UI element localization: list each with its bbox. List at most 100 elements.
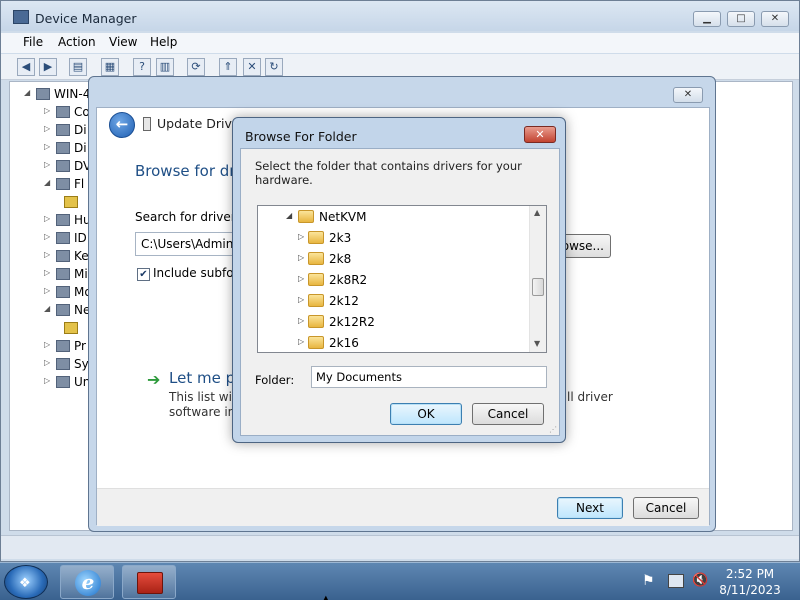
properties-icon[interactable]: ▦ — [101, 58, 119, 76]
expand-icon[interactable]: ▷ — [298, 274, 304, 283]
expand-icon[interactable]: ▷ — [44, 124, 54, 133]
minimize-button[interactable]: ▁ — [693, 11, 721, 27]
device-icon — [56, 160, 70, 172]
expand-icon[interactable]: ▷ — [298, 253, 304, 262]
collapse-icon[interactable]: ◢ — [44, 178, 54, 187]
device-manager-titlebar: Device Manager ▁ □ ✕ — [1, 1, 799, 31]
view-icon[interactable]: ▥ — [156, 58, 174, 76]
expand-icon[interactable]: ▷ — [44, 160, 54, 169]
update-driver-close-button[interactable]: ✕ — [673, 87, 703, 103]
browse-prompt: Select the folder that contains drivers … — [255, 159, 522, 187]
scan-hardware-icon[interactable]: ⟳ — [187, 58, 205, 76]
maximize-button[interactable]: □ — [727, 11, 755, 27]
ok-button[interactable]: OK — [390, 403, 462, 425]
internet-explorer-icon: e — [75, 570, 101, 596]
folder-icon — [308, 273, 324, 286]
scroll-up-icon[interactable]: ▲ — [534, 208, 540, 217]
device-icon — [56, 214, 70, 226]
taskbar-device-manager[interactable] — [122, 565, 176, 599]
warning-device-icon — [64, 196, 78, 208]
folder-tree-item[interactable]: ▷ 2k16 — [258, 333, 528, 352]
collapse-icon[interactable]: ◢ — [44, 304, 54, 313]
keyboard-icon — [56, 250, 70, 262]
warning-device-icon — [64, 322, 78, 334]
volume-muted-icon[interactable]: 🔇 — [692, 573, 708, 588]
menu-action[interactable]: Action — [58, 35, 96, 49]
browse-cancel-button[interactable]: Cancel — [472, 403, 544, 425]
mouse-cursor-icon: ▲ — [322, 594, 330, 600]
enable-device-icon[interactable]: ↻ — [265, 58, 283, 76]
expand-icon[interactable]: ▷ — [44, 340, 54, 349]
device-icon — [56, 178, 70, 190]
menu-bar: File Action View Help — [1, 33, 799, 53]
folder-tree: ◢ NetKVM ▷ 2k3 ▷ 2k8 ▷ 2k8R2 ▷ 2k12 ▷ 2k… — [257, 205, 547, 353]
folder-tree-item[interactable]: ▷ 2k8 — [258, 249, 528, 270]
expand-icon[interactable]: ▷ — [44, 232, 54, 241]
expand-icon[interactable]: ▷ — [298, 232, 304, 241]
device-icon — [143, 117, 151, 131]
update-driver-icon[interactable]: ⇑ — [219, 58, 237, 76]
browse-close-button[interactable]: ✕ — [524, 126, 556, 143]
update-driver-footer: Next Cancel — [97, 488, 709, 526]
network-icon[interactable] — [668, 574, 684, 588]
toolbox-icon — [137, 572, 163, 594]
network-adapter-icon — [56, 304, 70, 316]
device-manager-app-icon — [13, 10, 29, 24]
expand-icon[interactable]: ▷ — [44, 142, 54, 151]
menu-view[interactable]: View — [109, 35, 137, 49]
menu-file[interactable]: File — [23, 35, 43, 49]
folder-tree-item[interactable]: ▷ 2k12R2 — [258, 312, 528, 333]
action-center-flag-icon[interactable]: ⚑ — [642, 573, 655, 589]
device-manager-title: Device Manager — [35, 11, 137, 26]
folder-tree-scrollbar[interactable]: ▲ ▼ — [529, 206, 546, 352]
device-icon — [56, 106, 70, 118]
folder-tree-item[interactable]: ▷ 2k12 — [258, 291, 528, 312]
collapse-icon[interactable]: ◢ — [286, 211, 292, 220]
scroll-thumb[interactable] — [532, 278, 544, 296]
computer-icon — [36, 88, 50, 100]
start-button[interactable]: ❖ — [4, 565, 48, 599]
next-button[interactable]: Next — [557, 497, 623, 519]
menu-help[interactable]: Help — [150, 35, 177, 49]
folder-tree-item[interactable]: ▷ 2k8R2 — [258, 270, 528, 291]
windows-logo-icon: ❖ — [19, 576, 31, 591]
expand-icon[interactable]: ▷ — [44, 268, 54, 277]
cancel-button[interactable]: Cancel — [633, 497, 699, 519]
expand-icon[interactable]: ▷ — [44, 358, 54, 367]
show-hide-tree-icon[interactable]: ▤ — [69, 58, 87, 76]
green-arrow-icon: ➔ — [147, 370, 161, 389]
expand-icon[interactable]: ▷ — [298, 295, 304, 304]
taskbar-internet-explorer[interactable]: e — [60, 565, 114, 599]
device-icon — [56, 142, 70, 154]
expand-icon[interactable]: ▷ — [298, 337, 304, 346]
resize-grip-icon[interactable]: ⋰ — [549, 425, 557, 434]
expand-icon[interactable]: ▷ — [44, 286, 54, 295]
back-arrow-icon[interactable]: ◀ — [17, 58, 35, 76]
status-bar — [1, 535, 799, 559]
folder-icon — [308, 231, 324, 244]
expand-icon[interactable]: ▷ — [298, 316, 304, 325]
forward-arrow-icon[interactable]: ▶ — [39, 58, 57, 76]
taskbar: ❖ e ⚑ 🔇 2:52 PM 8/11/2023 ▲ — [0, 562, 800, 600]
expand-icon[interactable]: ▷ — [44, 214, 54, 223]
include-subfolders-checkbox[interactable]: ✔ — [137, 268, 150, 281]
monitor-icon — [56, 286, 70, 298]
expand-icon[interactable]: ▷ — [44, 106, 54, 115]
include-subfolders-label: Include subfold — [153, 266, 245, 280]
help-icon[interactable]: ? — [133, 58, 151, 76]
uninstall-icon[interactable]: ✕ — [243, 58, 261, 76]
clock-date[interactable]: 8/11/2023 — [716, 583, 784, 597]
close-button[interactable]: ✕ — [761, 11, 789, 27]
scroll-down-icon[interactable]: ▼ — [534, 339, 540, 348]
folder-icon — [308, 294, 324, 307]
folder-tree-item[interactable]: ◢ NetKVM — [258, 207, 528, 228]
back-arrow-icon[interactable]: ← — [109, 112, 135, 138]
let-me-pick-link[interactable]: Let me pi — [169, 369, 239, 387]
folder-input[interactable]: My Documents — [311, 366, 547, 388]
collapse-icon[interactable]: ◢ — [24, 88, 34, 97]
folder-tree-item[interactable]: ▷ 2k3 — [258, 228, 528, 249]
expand-icon[interactable]: ▷ — [44, 250, 54, 259]
browse-for-folder-dialog: Browse For Folder ✕ Select the folder th… — [232, 117, 566, 443]
expand-icon[interactable]: ▷ — [44, 376, 54, 385]
clock-time[interactable]: 2:52 PM — [716, 567, 784, 581]
